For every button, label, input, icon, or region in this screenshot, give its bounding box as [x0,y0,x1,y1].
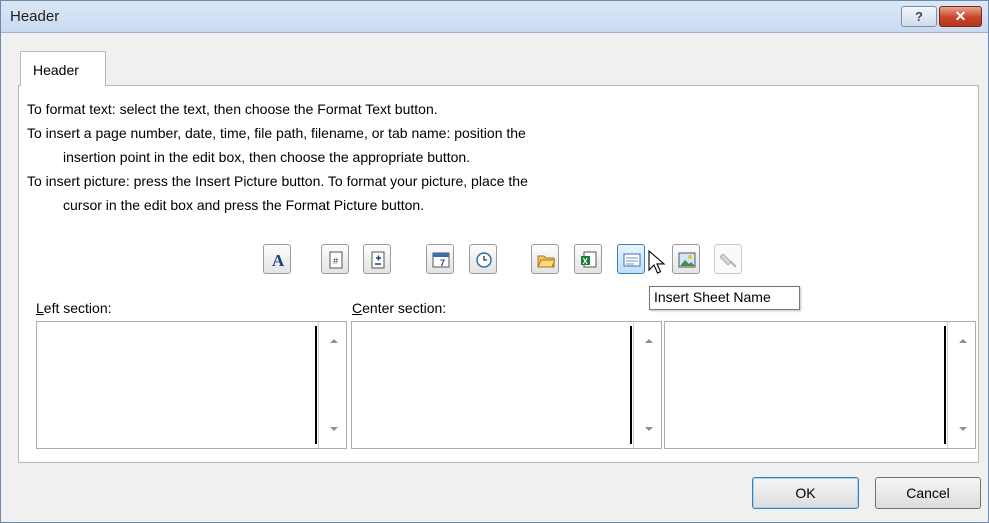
title-bar: Header ? ✕ [1,1,988,33]
ok-button[interactable]: OK [752,477,859,509]
insert-number-of-pages-button[interactable] [363,244,391,274]
center-section-scrollbar[interactable] [633,322,661,448]
help-button[interactable]: ? [901,6,937,27]
insert-time-button[interactable] [469,244,497,274]
insert-date-button[interactable]: 7 [426,244,454,274]
insert-page-number-icon: # [329,251,343,269]
format-picture-icon [720,253,737,268]
instruction-insert-picture: To insert picture: press the Insert Pict… [27,173,528,189]
insert-file-name-button[interactable]: X [574,244,602,274]
format-text-button[interactable]: A [263,244,291,274]
insert-sheet-name-button[interactable] [617,244,645,274]
scroll-down-icon[interactable] [330,427,338,431]
tab-label: Header [33,62,79,78]
right-section-scrollbar[interactable] [947,322,975,448]
svg-text:X: X [583,257,589,266]
scroll-up-icon[interactable] [330,339,338,343]
close-icon: ✕ [954,8,967,24]
insert-picture-icon [678,252,696,268]
help-icon: ? [915,9,923,24]
scroll-up-icon[interactable] [645,339,653,343]
svg-text:7: 7 [440,258,445,268]
close-button[interactable]: ✕ [939,6,982,27]
instruction-format-text: To format text: select the text, then ch… [27,101,438,117]
format-text-icon: A [272,251,285,269]
dialog-title: Header [10,8,60,25]
insert-page-number-button[interactable]: # [321,244,349,274]
format-picture-button[interactable] [714,244,742,274]
header-dialog: Header ? ✕ Header To format text: select… [0,0,989,523]
insert-picture-button[interactable] [672,244,700,274]
right-section-editbox[interactable] [664,321,976,449]
cancel-button[interactable]: Cancel [875,477,981,509]
tab-header[interactable]: Header [20,51,106,86]
left-section-label: Left section: [36,300,112,316]
center-section-editbox[interactable] [351,321,662,449]
center-section-label: Center section: [352,300,447,316]
insert-file-path-button[interactable] [531,244,559,274]
text-caret [630,326,632,444]
left-section-scrollbar[interactable] [318,322,346,448]
insert-number-of-pages-icon [371,251,385,269]
svg-text:#: # [333,256,338,266]
scroll-down-icon[interactable] [645,427,653,431]
left-section-editbox[interactable] [36,321,347,449]
svg-text:A: A [272,251,285,269]
instruction-insert-picture-cont: cursor in the edit box and press the For… [63,197,425,213]
instruction-insert-field: To insert a page number, date, time, fil… [27,125,526,141]
tooltip: Insert Sheet Name [649,286,800,310]
text-caret [315,326,317,444]
mouse-cursor-icon [648,250,666,274]
insert-sheet-name-icon [623,253,641,267]
insert-date-icon: 7 [432,252,450,268]
text-caret [944,326,946,444]
insert-time-icon [476,252,492,268]
insert-file-name-icon: X [581,251,597,268]
insert-file-path-icon [537,255,555,268]
scroll-up-icon[interactable] [959,339,967,343]
instruction-insert-field-cont: insertion point in the edit box, then ch… [63,149,471,165]
scroll-down-icon[interactable] [959,427,967,431]
